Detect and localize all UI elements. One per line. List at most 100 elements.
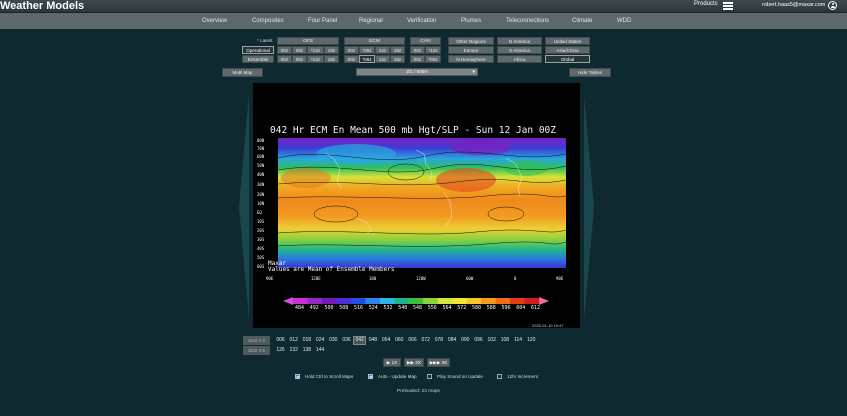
colorbar-swatch: [481, 298, 496, 304]
latest-label: * Latest: [257, 38, 273, 43]
option-auto-update[interactable]: Auto - Update Map: [368, 374, 417, 379]
ecm-ens-12z[interactable]: 12z: [375, 55, 390, 63]
lat-label: 10S: [257, 219, 265, 224]
hour-button-102[interactable]: 102: [485, 336, 498, 345]
colorbar-low-arrow: [283, 297, 293, 305]
gfs-op-18z[interactable]: 18z: [324, 46, 339, 54]
colorbar-label: 596: [501, 305, 511, 311]
operational-button[interactable]: Operational: [242, 46, 274, 54]
ecm-op-00z[interactable]: 00z: [344, 46, 359, 54]
nav-climate[interactable]: Climate: [572, 18, 592, 24]
user-avatar-icon[interactable]: [828, 1, 837, 10]
can-ens-00z[interactable]: 00z: [410, 55, 425, 63]
ecm-group-label: ECM: [344, 37, 405, 45]
region-global[interactable]: Global: [545, 55, 590, 63]
nav-regional[interactable]: Regional: [359, 18, 383, 24]
ecm-ens-18z[interactable]: 18z: [390, 55, 405, 63]
hour-button-138[interactable]: 138: [300, 346, 313, 355]
option-12hr-increment[interactable]: 12hr Increment: [497, 374, 538, 379]
colorbar-swatch: [336, 298, 352, 304]
checkbox[interactable]: [497, 374, 502, 379]
hour-button-012[interactable]: 012: [287, 336, 300, 345]
option-hold-ctrl[interactable]: Hold Ctrl to Scroll Maps: [295, 374, 353, 379]
next-hour-arrow-icon[interactable]: [583, 95, 595, 320]
hamburger-menu-icon[interactable]: [723, 2, 733, 10]
hour-button-024[interactable]: 024: [314, 336, 327, 345]
hour-button-072[interactable]: 072: [419, 336, 432, 345]
hour-button-108[interactable]: 108: [498, 336, 511, 345]
speed-3x-button[interactable]: ▶▶▶ 3X: [427, 358, 450, 367]
start-button-2[interactable]: Start 4-6: [243, 346, 270, 355]
gfs-op-12z[interactable]: *12z: [307, 46, 324, 54]
app-title[interactable]: Weather Models: [0, 0, 84, 12]
multi-map-button[interactable]: Multi Map: [222, 68, 263, 77]
hour-button-018[interactable]: 018: [300, 336, 313, 345]
hour-button-048[interactable]: 048: [366, 336, 379, 345]
map-type-select[interactable]: Z/L / 500H ▾: [356, 68, 478, 76]
hour-button-132[interactable]: 132: [287, 346, 300, 355]
start-button-1[interactable]: Start 1-3: [243, 336, 270, 345]
ecm-op-06z[interactable]: *06z: [359, 46, 375, 54]
region-s-america[interactable]: S America: [497, 46, 542, 54]
ecm-op-12z[interactable]: 12z: [375, 46, 390, 54]
nav-four-panel[interactable]: Four Panel: [308, 18, 337, 24]
nav-verification[interactable]: Verification: [407, 18, 436, 24]
gfs-ens-12z[interactable]: *12z: [307, 55, 324, 63]
checkbox[interactable]: [427, 374, 432, 379]
nav-teleconnections[interactable]: Teleconnections: [506, 18, 549, 24]
can-ens-00z-latest[interactable]: *00z: [425, 55, 441, 63]
hour-button-054[interactable]: 054: [380, 336, 393, 345]
hour-button-036[interactable]: 036: [340, 336, 353, 345]
products-link[interactable]: Products: [694, 1, 718, 7]
forecast-map[interactable]: 042 Hr ECM En Mean 500 mb Hgt/SLP - Sun …: [253, 83, 580, 328]
hour-button-006[interactable]: 006: [274, 336, 287, 345]
checkbox[interactable]: [295, 374, 300, 379]
region-n-hemisphere[interactable]: N Hemisphere: [448, 55, 494, 63]
hour-button-066[interactable]: 066: [406, 336, 419, 345]
hour-button-120[interactable]: 120: [525, 336, 538, 345]
region-africa[interactable]: Africa: [497, 55, 542, 63]
ensemble-button[interactable]: Ensemble: [242, 55, 274, 63]
speed-1x-button[interactable]: ▶ 1X: [383, 358, 401, 367]
gfs-ens-18z[interactable]: 18z: [324, 55, 339, 63]
hour-button-096[interactable]: 096: [472, 336, 485, 345]
can-op-12z[interactable]: *12z: [425, 46, 441, 54]
other-regions-button[interactable]: Other Regions: [448, 37, 494, 45]
colorbar-label: 612: [531, 305, 541, 311]
hour-button-030[interactable]: 030: [327, 336, 340, 345]
nav-composites[interactable]: Composites: [252, 18, 284, 24]
hour-button-144[interactable]: 144: [314, 346, 327, 355]
region-n-america[interactable]: N America: [497, 37, 542, 45]
hour-button-114[interactable]: 114: [512, 336, 525, 345]
ecm-ens-00z[interactable]: 00z: [344, 55, 359, 63]
hour-button-078[interactable]: 078: [432, 336, 445, 345]
gfs-ens-06z[interactable]: 06z: [292, 55, 307, 63]
hour-button-060[interactable]: 060: [393, 336, 406, 345]
nav-overview[interactable]: Overview: [202, 18, 227, 24]
lat-label: 30N: [257, 182, 265, 187]
nav-wdd[interactable]: WDD: [617, 18, 631, 24]
lat-label: 40N: [257, 172, 265, 177]
gfs-op-06z[interactable]: 06z: [292, 46, 307, 54]
colorbar-swatch: [307, 298, 323, 304]
hide-tables-button[interactable]: Hide Tables: [569, 68, 611, 77]
region-united-states[interactable]: United States: [545, 37, 590, 45]
ecm-ens-06z[interactable]: *06z: [359, 55, 375, 63]
gfs-ens-00z[interactable]: 00z: [277, 55, 292, 63]
region-europe[interactable]: Europe: [448, 46, 494, 54]
checkbox[interactable]: [368, 374, 373, 379]
hour-button-042[interactable]: 042: [353, 336, 367, 345]
hour-button-126[interactable]: 126: [274, 346, 287, 355]
nav-plumes[interactable]: Plumes: [461, 18, 481, 24]
speed-2x-button[interactable]: ▶▶ 2X: [404, 358, 424, 367]
region-asia-china[interactable]: Asia/China: [545, 46, 590, 54]
hour-button-090[interactable]: 090: [459, 336, 472, 345]
gfs-op-00z[interactable]: 00z: [277, 46, 292, 54]
can-op-00z[interactable]: 00z: [410, 46, 425, 54]
option-play-sound[interactable]: Play Sound on Update: [427, 374, 483, 379]
previous-hour-arrow-icon[interactable]: [238, 95, 250, 320]
ecm-op-18z[interactable]: 18z: [390, 46, 405, 54]
lat-label: 20S: [257, 228, 265, 233]
hour-button-084[interactable]: 084: [446, 336, 459, 345]
user-email[interactable]: robert.haas5@maxar.com: [762, 2, 825, 8]
